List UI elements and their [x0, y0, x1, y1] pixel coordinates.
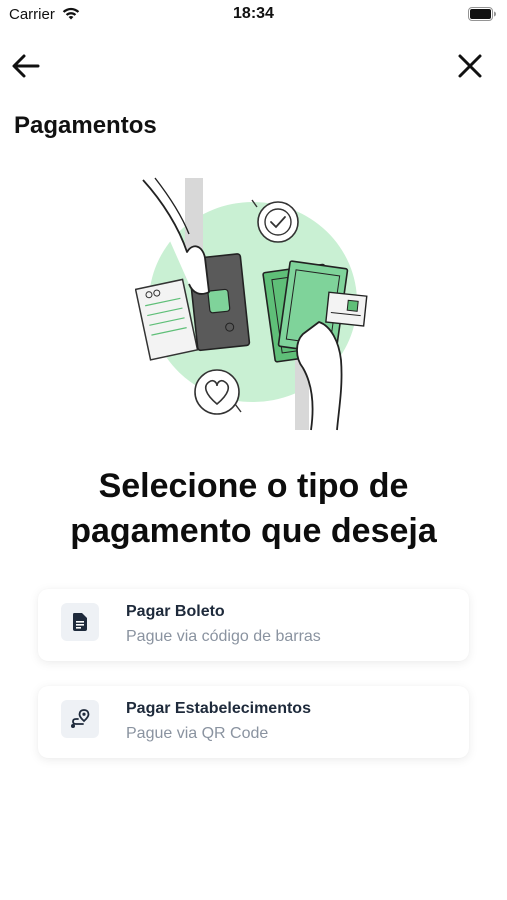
option-subtitle: Pague via QR Code — [126, 725, 269, 742]
back-button[interactable] — [10, 50, 42, 82]
close-icon — [458, 54, 482, 78]
option-subtitle: Pague via código de barras — [126, 628, 321, 645]
close-button[interactable] — [455, 51, 485, 81]
option-title: Pagar Boleto — [126, 603, 225, 620]
arrow-left-icon — [12, 54, 40, 78]
payment-illustration — [134, 172, 370, 434]
status-bar: Carrier 18:34 — [0, 0, 507, 30]
location-route-icon — [61, 700, 99, 738]
document-icon — [61, 603, 99, 641]
headline: Selecione o tipo de pagamento que deseja — [0, 464, 507, 554]
pay-boleto-option[interactable]: Pagar Boleto Pague via código de barras — [38, 589, 469, 661]
status-time: 18:34 — [233, 5, 274, 22]
page-title: Pagamentos — [14, 112, 157, 139]
option-title: Pagar Estabelecimentos — [126, 700, 311, 717]
pay-establishments-option[interactable]: Pagar Estabelecimentos Pague via QR Code — [38, 686, 469, 758]
battery-icon — [468, 7, 497, 26]
headline-line-2: pagamento que deseja — [70, 512, 437, 550]
headline-line-1: Selecione o tipo de — [98, 467, 409, 505]
